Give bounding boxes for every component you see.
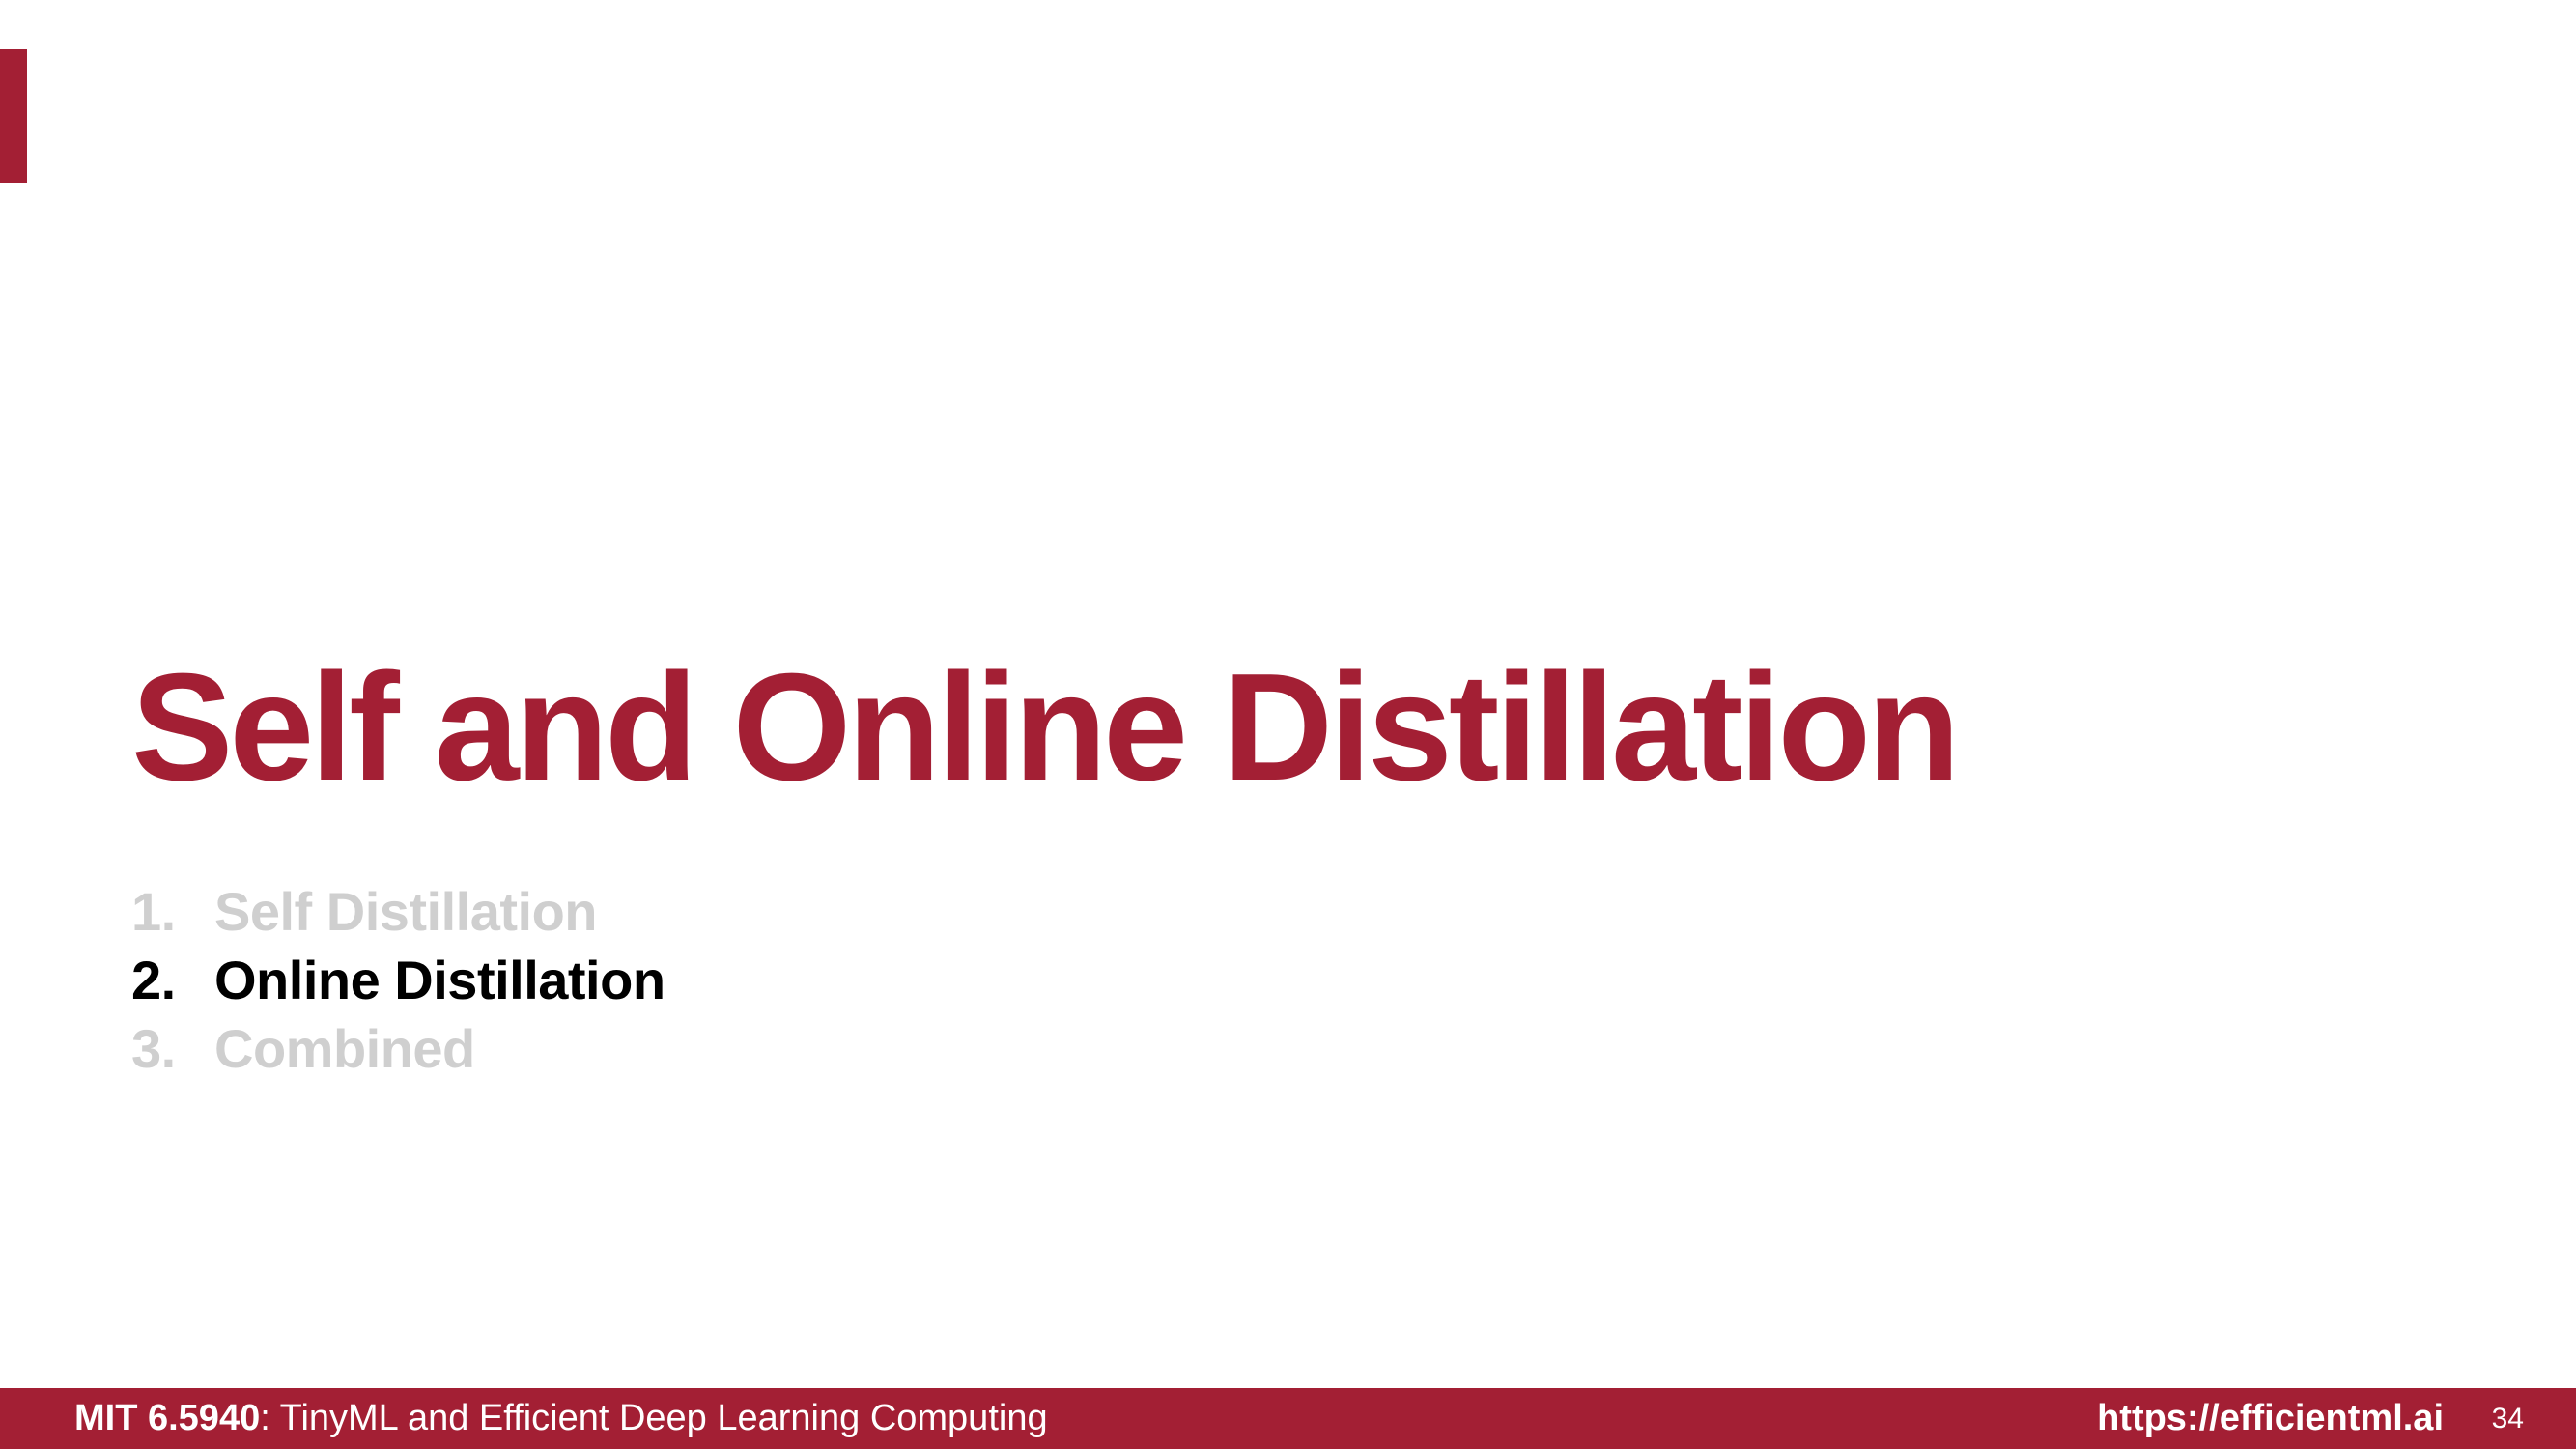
agenda-item-self-distillation: 1. Self Distillation bbox=[131, 877, 665, 946]
page-number: 34 bbox=[2491, 1403, 2524, 1435]
course-url-link[interactable]: https://efficientml.ai bbox=[2097, 1388, 2444, 1449]
agenda-item-label: Combined bbox=[214, 1018, 475, 1079]
agenda-item-number: 3. bbox=[131, 1018, 176, 1079]
agenda-item-combined: 3. Combined bbox=[131, 1014, 665, 1083]
agenda-item-online-distillation: 2. Online Distillation bbox=[131, 946, 665, 1014]
course-info: MIT 6.5940: TinyML and Efficient Deep Le… bbox=[74, 1388, 1048, 1449]
slide-title: Self and Online Distillation bbox=[131, 642, 1961, 812]
agenda-item-number: 1. bbox=[131, 881, 176, 942]
agenda-list: 1. Self Distillation 2. Online Distillat… bbox=[131, 877, 665, 1083]
agenda-item-number: 2. bbox=[131, 950, 176, 1010]
agenda-item-label: Self Distillation bbox=[214, 881, 598, 942]
agenda-item-label: Online Distillation bbox=[214, 950, 665, 1010]
course-code: MIT 6.5940 bbox=[74, 1398, 261, 1438]
accent-bar bbox=[0, 49, 27, 183]
course-title: : TinyML and Efficient Deep Learning Com… bbox=[260, 1398, 1048, 1438]
footer-bar: MIT 6.5940: TinyML and Efficient Deep Le… bbox=[0, 1388, 2576, 1449]
